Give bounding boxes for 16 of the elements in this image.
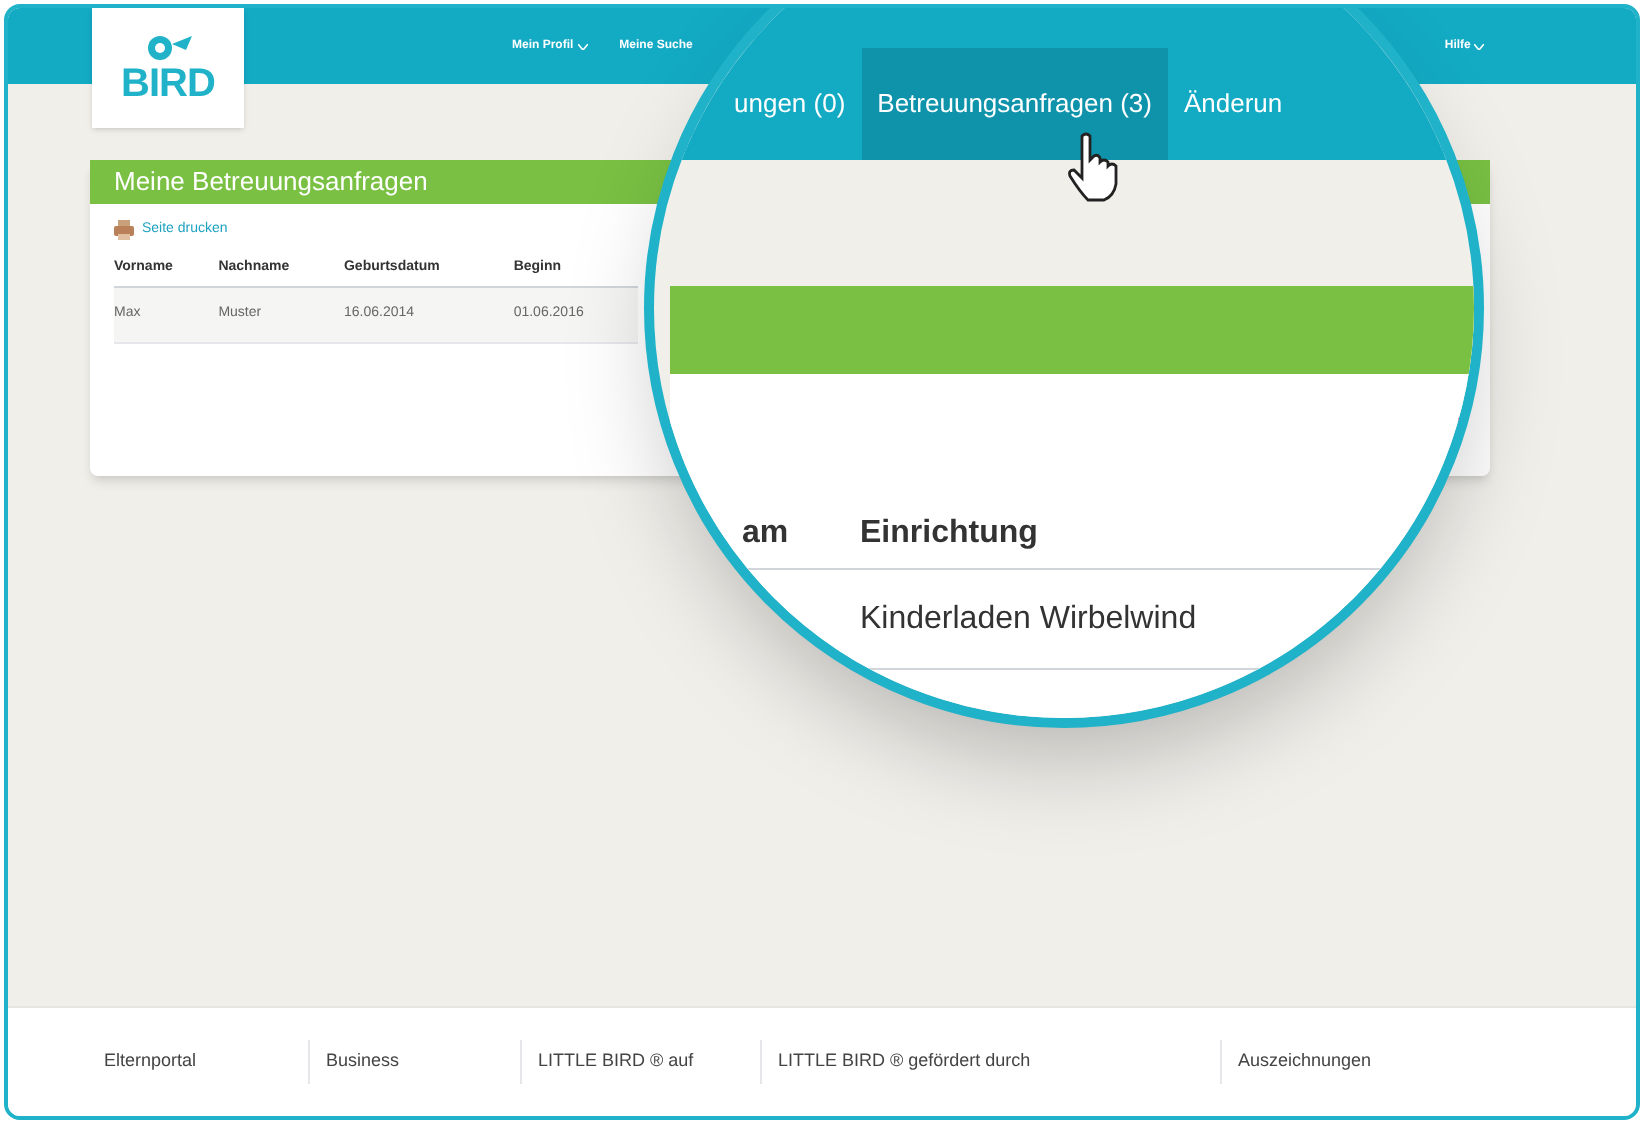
printer-icon [114, 220, 134, 241]
logo-text: BIRD [121, 64, 215, 104]
table-cell-text: Kinderladen Wirbelwind [860, 599, 1197, 639]
logo-card[interactable]: BIRD [92, 8, 244, 128]
nav-tab[interactable]: Änderun [1167, 48, 1299, 160]
column-header: am [740, 513, 791, 553]
footer-link[interactable]: Elternportal [104, 1048, 197, 1076]
footer-link[interactable]: LITTLE BIRD ® auf [538, 1048, 694, 1076]
nav-tab[interactable]: ungen (0) [718, 48, 862, 160]
footer-link[interactable]: Auszeichnungen [1238, 1048, 1372, 1076]
nav-tab[interactable]: Betreuungsanfragen (3) [861, 48, 1168, 160]
footer-link[interactable]: LITTLE BIRD ® gefördert durch [778, 1048, 1031, 1076]
column-header: Einrichtung [860, 513, 1038, 553]
caret-icon [577, 43, 588, 49]
footer-link[interactable]: Business [326, 1048, 400, 1076]
caret-icon [1474, 43, 1485, 49]
